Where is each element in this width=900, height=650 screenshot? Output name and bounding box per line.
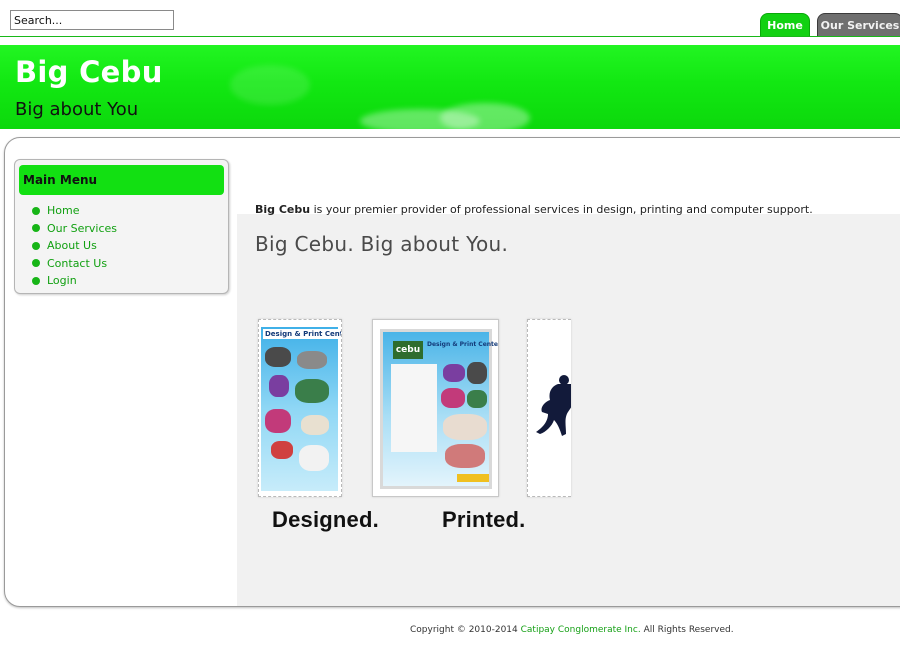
tab-home[interactable]: Home [760,13,810,36]
tab-our-services[interactable]: Our Services [817,13,900,36]
search-input[interactable] [10,10,174,30]
banner: Big Cebu Big about You [0,45,900,129]
main-menu: Main Menu Home Our Services About Us Con… [14,159,229,294]
flyer-image: Design & Print Center [261,327,341,491]
menu-item-label: Home [47,204,80,218]
footer-suffix: All Rights Reserved. [640,625,734,635]
bullet-icon [32,241,40,250]
menu-item-our-services[interactable]: Our Services [32,220,117,238]
brochure-image [527,319,571,497]
menu-item-label: Login [47,274,77,288]
flyer-title: Design & Print Center [263,329,341,339]
intro-brand: Big Cebu [255,203,311,216]
flyer-image: cebu Design & Print Center [380,329,498,489]
site-tagline: Big about You [15,99,139,120]
menu-list: Home Our Services About Us Contact Us Lo… [32,202,117,290]
menu-item-about-us[interactable]: About Us [32,237,117,255]
footer-prefix: Copyright © 2010-2014 [410,625,521,635]
menu-item-label: Our Services [47,221,118,235]
menu-item-contact-us[interactable]: Contact Us [32,255,117,273]
flyer-logo: cebu [393,341,423,359]
jumping-person-icon [536,375,571,436]
menu-item-home[interactable]: Home [32,202,117,220]
intro-text: Big Cebu is your premier provider of pro… [255,203,813,216]
flyer-title: Design & Print Center [427,341,499,348]
company-link[interactable]: Catipay Conglomerate Inc. [521,625,641,635]
footer-copyright: Copyright © 2010-2014 Catipay Conglomera… [410,625,734,635]
bullet-icon [32,276,40,285]
bullet-icon [32,259,40,268]
site-title: Big Cebu [15,55,163,89]
intro-rest: is your premier provider of professional… [310,203,813,216]
brochure-image: cebu Design & Print Center [372,319,499,497]
brochure-image: Design & Print Center [258,319,342,497]
content-heading: Big Cebu. Big about You. [255,232,509,256]
menu-item-label: Contact Us [47,256,108,270]
menu-item-login[interactable]: Login [32,272,117,290]
bullet-icon [32,206,40,215]
header-divider [0,36,900,37]
menu-item-label: About Us [47,239,97,253]
printed-caption: Printed. [442,507,526,532]
main-menu-title: Main Menu [19,165,224,195]
bullet-icon [32,224,40,233]
designed-caption: Designed. [272,507,379,532]
